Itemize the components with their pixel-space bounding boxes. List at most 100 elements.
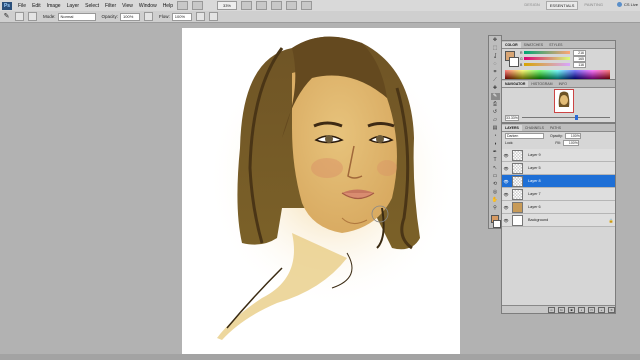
background-color-swatch[interactable] [509, 57, 519, 67]
blue-track[interactable] [524, 63, 570, 66]
tab-info[interactable]: INFO [556, 81, 570, 87]
link-layers-icon[interactable]: ∞ [548, 306, 555, 313]
tab-channels[interactable]: CHANNELS [522, 125, 547, 131]
cs-live-button[interactable]: CS Live [616, 2, 638, 7]
new-layer-icon[interactable]: + [598, 306, 605, 313]
document-canvas[interactable] [182, 28, 460, 354]
quick-select-icon[interactable]: ◌ [491, 61, 500, 68]
arrange-documents-button[interactable] [285, 1, 297, 10]
layer-name[interactable]: Layer 5 [528, 166, 615, 170]
visibility-eye-icon[interactable]: 👁 [502, 218, 510, 223]
type-icon[interactable]: T [491, 157, 500, 164]
shape-icon[interactable]: ▭ [491, 173, 500, 180]
green-slider[interactable]: G 165 [520, 55, 598, 62]
layer-mask-icon[interactable]: ◙ [568, 306, 575, 313]
tool-background-swatch[interactable] [493, 220, 501, 228]
layer-row[interactable]: 👁 Layer 8 [502, 175, 615, 188]
menu-window[interactable]: Window [139, 3, 157, 9]
bridge-button[interactable] [176, 1, 188, 10]
dodge-icon[interactable]: ◑ [491, 141, 500, 148]
menu-image[interactable]: Image [47, 3, 61, 9]
clone-stamp-icon[interactable]: ⎙ [491, 101, 500, 108]
workspace-design[interactable]: DESIGN [521, 1, 542, 10]
tablet-size-toggle[interactable] [208, 12, 218, 21]
layer-row[interactable]: 👁 Layer 5 [502, 162, 615, 175]
adjustment-layer-icon[interactable]: ◐ [578, 306, 585, 313]
menu-edit[interactable]: Edit [32, 3, 41, 9]
visibility-eye-icon[interactable]: 👁 [502, 179, 510, 184]
navigator-thumbnail[interactable] [554, 89, 574, 113]
blue-slider[interactable]: B 116 [520, 61, 598, 68]
flow-field[interactable]: 100% [171, 12, 192, 21]
move-icon[interactable]: ✥ [491, 37, 500, 44]
menu-select[interactable]: Select [85, 3, 99, 9]
3d-camera-icon[interactable]: ◎ [491, 189, 500, 196]
hand-tool-button[interactable] [240, 1, 252, 10]
hand-icon[interactable]: ✋ [491, 197, 500, 204]
layer-style-icon[interactable]: fx [558, 306, 565, 313]
marquee-icon[interactable]: ⬚ [491, 45, 500, 52]
airbrush-toggle[interactable] [195, 12, 205, 21]
layer-name[interactable]: Layer 7 [528, 192, 615, 196]
layer-row[interactable]: 👁 Layer 9 [502, 149, 615, 162]
mini-bridge-button[interactable] [191, 1, 203, 10]
pen-icon[interactable]: ✒ [491, 149, 500, 156]
brush-icon[interactable]: ✎ [2, 13, 11, 21]
history-brush-icon[interactable]: ↺ [491, 109, 500, 116]
workspace-essentials[interactable]: ESSENTIALS [545, 1, 579, 10]
layer-opacity-field[interactable]: 100% [564, 133, 581, 139]
opacity-field[interactable]: 100% [120, 12, 141, 21]
visibility-eye-icon[interactable]: 👁 [502, 192, 510, 197]
tab-swatches[interactable]: SWATCHES [521, 42, 546, 48]
visibility-eye-icon[interactable]: 👁 [502, 153, 510, 158]
eraser-icon[interactable]: ▱ [491, 117, 500, 124]
tab-color[interactable]: COLOR [502, 42, 521, 48]
green-track[interactable] [524, 57, 570, 60]
red-track[interactable] [524, 51, 570, 54]
tab-layers[interactable]: LAYERS [502, 125, 522, 131]
gradient-icon[interactable]: ▤ [491, 125, 500, 132]
healing-icon[interactable]: ✚ [491, 85, 500, 92]
path-select-icon[interactable]: ↖ [491, 165, 500, 172]
tablet-opacity-toggle[interactable] [144, 12, 154, 21]
zoom-level[interactable]: 33% [216, 1, 237, 10]
blur-icon[interactable]: ◔ [491, 133, 500, 140]
tab-paths[interactable]: PATHS [547, 125, 564, 131]
zoom-tool-button[interactable] [255, 1, 267, 10]
layer-name[interactable]: Layer 6 [528, 205, 615, 209]
color-spectrum-ramp[interactable] [505, 70, 610, 79]
menu-filter[interactable]: Filter [105, 3, 116, 9]
menu-view[interactable]: View [122, 3, 133, 9]
delete-layer-icon[interactable]: ✕ [608, 306, 615, 313]
layer-name[interactable]: Background [528, 218, 607, 222]
menu-layer[interactable]: Layer [67, 3, 80, 9]
rotate-view-button[interactable] [270, 1, 282, 10]
brush-panel-toggle[interactable] [28, 12, 37, 21]
tab-histogram[interactable]: HISTOGRAM [528, 81, 555, 87]
layer-row[interactable]: 👁 Layer 6 [502, 201, 615, 214]
brush-preset-picker[interactable] [15, 12, 24, 21]
navigator-zoom-knob[interactable] [574, 115, 578, 120]
navigator-zoom-field[interactable]: 33.33% [505, 114, 519, 121]
eyedropper-icon[interactable]: ⟋ [491, 77, 500, 84]
menu-help[interactable]: Help [163, 3, 173, 9]
zoom-icon[interactable]: ⚲ [491, 205, 500, 212]
blue-value[interactable]: 116 [573, 61, 586, 68]
layer-name[interactable]: Layer 8 [528, 179, 615, 183]
screen-mode-button[interactable] [300, 1, 312, 10]
red-slider[interactable]: R 216 [520, 49, 598, 56]
blend-mode-select[interactable]: Darken [505, 133, 544, 139]
navigator-zoom-slider[interactable] [522, 115, 610, 120]
workspace-painting[interactable]: PAINTING [581, 1, 606, 10]
fill-field[interactable]: 100% [562, 140, 579, 146]
group-icon[interactable]: ▭ [588, 306, 595, 313]
layer-name[interactable]: Layer 9 [528, 153, 615, 157]
layer-row[interactable]: 👁 Layer 7 [502, 188, 615, 201]
layer-row[interactable]: 👁 Background 🔒 [502, 214, 615, 227]
3d-rotate-icon[interactable]: ⟲ [491, 181, 500, 188]
visibility-eye-icon[interactable]: 👁 [502, 205, 510, 210]
visibility-eye-icon[interactable]: 👁 [502, 166, 510, 171]
lasso-icon[interactable]: ʆ [491, 53, 500, 60]
tab-navigator[interactable]: NAVIGATOR [502, 81, 529, 87]
mode-select[interactable]: Normal [57, 12, 96, 21]
